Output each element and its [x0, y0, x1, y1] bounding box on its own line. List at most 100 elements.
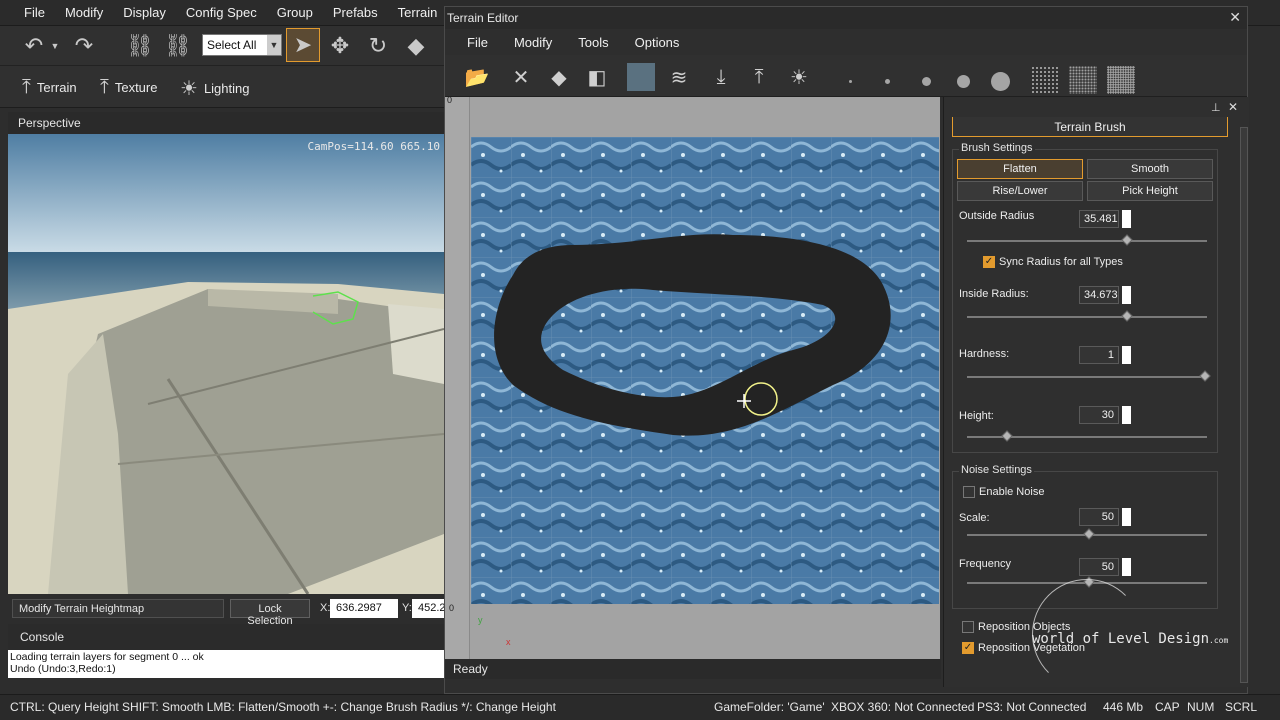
lighting-label: Lighting: [203, 81, 250, 96]
reposition-objects-checkbox[interactable]: [962, 621, 974, 633]
te-menu-options[interactable]: Options: [635, 35, 680, 50]
te-menu-file[interactable]: File: [467, 35, 488, 50]
cap-indicator: CAP: [1155, 700, 1180, 714]
grid-large-icon[interactable]: [1107, 66, 1135, 94]
menu-group[interactable]: Group: [277, 5, 313, 20]
num-indicator: NUM: [1187, 700, 1215, 714]
link-icon[interactable]: ⛓: [126, 32, 154, 60]
sun-icon[interactable]: ☀: [785, 63, 813, 91]
select-all-dropdown[interactable]: Select All ▼: [202, 34, 282, 56]
x-coordinate-field[interactable]: 636.2987: [330, 599, 398, 618]
grid-small-icon[interactable]: [1031, 66, 1059, 94]
outside-radius-field[interactable]: 35.481: [1079, 210, 1119, 228]
brush-size-3-icon[interactable]: [922, 77, 931, 86]
inside-radius-slider[interactable]: [1121, 310, 1133, 322]
frequency-label: Frequency: [959, 558, 1011, 570]
height-slider[interactable]: [1001, 430, 1013, 442]
brush-size-5-icon[interactable]: [991, 72, 1010, 91]
hardness-spinner[interactable]: [1122, 346, 1131, 364]
lighting-tool-button[interactable]: ☀ Lighting: [180, 76, 249, 101]
scrl-indicator: SCRL: [1225, 700, 1258, 714]
texture-label: Texture: [114, 80, 158, 95]
ps3-status: PS3: Not Connected: [977, 700, 1087, 714]
bottom-status-bar: CTRL: Query Height SHIFT: Smooth LMB: Fl…: [0, 694, 1280, 720]
frequency-field[interactable]: 50: [1079, 558, 1119, 576]
scale-spinner[interactable]: [1122, 508, 1131, 526]
y-coordinate-field[interactable]: 452.2: [412, 599, 444, 618]
flatten-button[interactable]: Flatten: [957, 159, 1083, 179]
delete-icon[interactable]: ✕: [507, 63, 535, 91]
height-spinner[interactable]: [1122, 406, 1131, 424]
sync-radius-checkbox[interactable]: ✓: [983, 256, 995, 268]
select-arrow-icon[interactable]: ➤: [286, 28, 320, 62]
eraser-icon[interactable]: ◆: [545, 63, 573, 91]
undo-dropdown-icon[interactable]: ▼: [48, 32, 62, 60]
frequency-spinner[interactable]: [1122, 558, 1131, 576]
noise-texture-icon[interactable]: [627, 63, 655, 91]
panel-close-icon[interactable]: ✕: [1228, 100, 1238, 114]
outside-radius-slider[interactable]: [1121, 234, 1133, 246]
sync-radius-label: Sync Radius for all Types: [999, 256, 1123, 268]
scale-label: Scale:: [959, 512, 990, 524]
outside-radius-spinner[interactable]: [1122, 210, 1131, 228]
redo-icon[interactable]: ↷: [70, 32, 98, 60]
terrain-tool-button[interactable]: ⤒ Terrain: [22, 76, 77, 99]
open-folder-icon[interactable]: 📂: [463, 63, 491, 91]
texture-tool-button[interactable]: ⤒ Texture: [100, 76, 157, 99]
move-icon[interactable]: ✥: [326, 32, 354, 60]
menu-config-spec[interactable]: Config Spec: [186, 5, 257, 20]
scale-slider[interactable]: [1083, 528, 1095, 540]
export-icon[interactable]: ⤒: [745, 63, 773, 91]
te-menu-tools[interactable]: Tools: [578, 35, 608, 50]
menu-file[interactable]: File: [24, 5, 45, 20]
gamefolder-status: GameFolder: 'Game': [714, 700, 825, 714]
smooth-button[interactable]: Smooth: [1087, 159, 1213, 179]
inside-radius-spinner[interactable]: [1122, 286, 1131, 304]
heightmap-canvas[interactable]: [471, 137, 939, 604]
noise-settings-title: Noise Settings: [959, 464, 1034, 476]
perspective-viewport[interactable]: CamPos=114.60 665.10: [8, 134, 444, 594]
lock-selection-button[interactable]: Lock Selection: [230, 599, 310, 627]
import-icon[interactable]: ⤓: [707, 63, 735, 91]
menu-modify[interactable]: Modify: [65, 5, 103, 20]
reposition-vegetation-checkbox[interactable]: ✓: [962, 642, 974, 654]
close-icon[interactable]: ✕: [1229, 9, 1241, 26]
menu-display[interactable]: Display: [123, 5, 166, 20]
grid-medium-icon[interactable]: [1069, 66, 1097, 94]
pin-icon[interactable]: ⊥: [1211, 101, 1221, 114]
enable-noise-label: Enable Noise: [979, 486, 1045, 498]
pick-height-button[interactable]: Pick Height: [1087, 181, 1213, 201]
edit-mode-field: Modify Terrain Heightmap: [12, 599, 224, 618]
hardness-slider[interactable]: [1199, 370, 1211, 382]
console-output: Loading terrain layers for segment 0 ...…: [8, 650, 444, 678]
inside-radius-track: [967, 316, 1207, 318]
rise-lower-button[interactable]: Rise/Lower: [957, 181, 1083, 201]
outside-radius-label: Outside Radius: [959, 210, 1035, 222]
enable-noise-checkbox[interactable]: [963, 486, 975, 498]
contrast-icon[interactable]: ◧: [583, 63, 611, 91]
axis-y-label: y: [478, 615, 483, 625]
brush-size-2-icon[interactable]: [885, 79, 890, 84]
key-hints: CTRL: Query Height SHIFT: Smooth LMB: Fl…: [10, 700, 556, 714]
height-label: Height:: [959, 410, 994, 422]
menu-terrain[interactable]: Terrain: [398, 5, 438, 20]
te-menu-modify[interactable]: Modify: [514, 35, 552, 50]
terrain-brush-tab[interactable]: Terrain Brush: [952, 117, 1228, 137]
inside-radius-field[interactable]: 34.673: [1079, 286, 1119, 304]
scale-field[interactable]: 50: [1079, 508, 1119, 526]
console-title: Console: [8, 624, 444, 650]
height-field[interactable]: 30: [1079, 406, 1119, 424]
rotate-icon[interactable]: ↻: [364, 32, 392, 60]
brush-size-1-icon[interactable]: [849, 80, 852, 83]
unlink-icon[interactable]: ⛓: [164, 32, 192, 60]
water-level-icon[interactable]: ≋: [665, 63, 693, 91]
panel-scrollbar[interactable]: [1240, 127, 1248, 683]
terrain-editor-menubar: File Modify Tools Options: [445, 29, 1247, 55]
brush-size-4-icon[interactable]: [957, 75, 970, 88]
scale-icon[interactable]: ◆: [402, 32, 430, 60]
heightmap-area[interactable]: y x: [470, 97, 940, 659]
terrain-brush-panel: ⊥ ✕ Terrain Brush Brush Settings Flatten…: [943, 97, 1249, 689]
undo-icon[interactable]: ↶: [20, 32, 48, 60]
menu-prefabs[interactable]: Prefabs: [333, 5, 378, 20]
hardness-field[interactable]: 1: [1079, 346, 1119, 364]
